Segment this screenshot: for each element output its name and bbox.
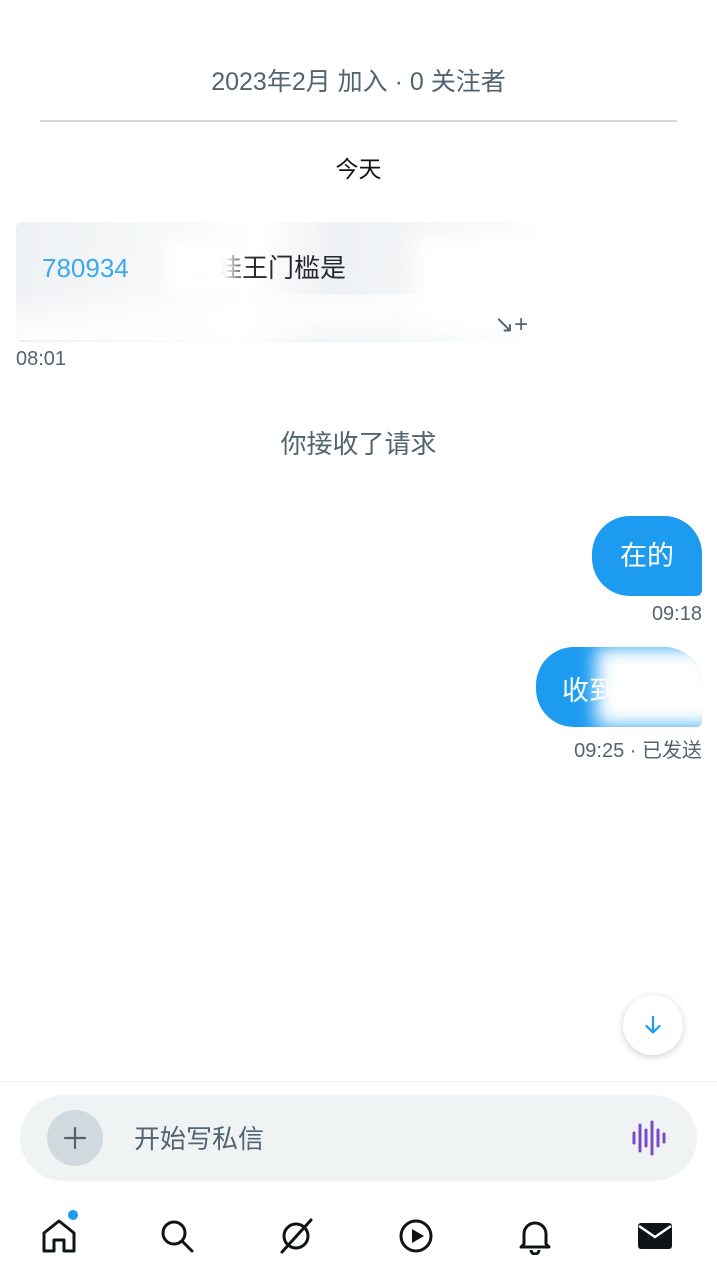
compose-bar <box>20 1095 697 1183</box>
grok-icon <box>280 1218 313 1254</box>
mail-icon <box>638 1223 672 1249</box>
outgoing-time: 09:18 <box>651 603 702 625</box>
system-note: 你接收了请求 <box>280 429 437 459</box>
scroll-to-bottom-button[interactable] <box>623 995 683 1055</box>
incoming-time: 08:01 <box>16 348 67 370</box>
outgoing-message[interactable]: 在的 <box>592 516 702 596</box>
voice-waveform-icon <box>632 1120 666 1156</box>
redaction <box>596 647 702 727</box>
nav-home[interactable] <box>39 1216 79 1256</box>
video-icon <box>399 1219 433 1253</box>
nav-search[interactable] <box>157 1216 197 1256</box>
nav-notifications[interactable] <box>515 1216 555 1256</box>
bottom-nav <box>0 1200 717 1280</box>
incoming-number: 780934 <box>42 253 129 283</box>
redaction <box>16 294 536 340</box>
outgoing-message[interactable]: 收到 <box>536 647 702 727</box>
outgoing-time: 09:25 · 已发送 <box>574 740 702 762</box>
notification-dot <box>68 1210 78 1220</box>
arrow-down-icon <box>645 1015 661 1034</box>
nav-video[interactable] <box>396 1216 436 1256</box>
plus-icon <box>63 1126 87 1150</box>
redaction <box>166 242 236 292</box>
nav-messages[interactable] <box>635 1216 675 1256</box>
voice-message-button[interactable] <box>631 1119 667 1157</box>
compose-divider <box>0 1081 717 1082</box>
message-input[interactable] <box>132 1095 616 1183</box>
home-icon <box>42 1219 76 1253</box>
date-separator: 今天 <box>335 156 382 182</box>
profile-meta: 2023年2月 加入 · 0 关注者 <box>211 68 506 96</box>
nav-grok[interactable] <box>276 1216 316 1256</box>
add-media-button[interactable] <box>47 1110 103 1166</box>
divider <box>40 120 677 122</box>
link-glyph-icon: ↘+ <box>494 311 529 338</box>
incoming-message[interactable]: 780934 块 娃王门槛是 ↘+ <box>16 222 536 342</box>
search-icon <box>161 1220 194 1253</box>
bell-icon <box>519 1221 551 1255</box>
